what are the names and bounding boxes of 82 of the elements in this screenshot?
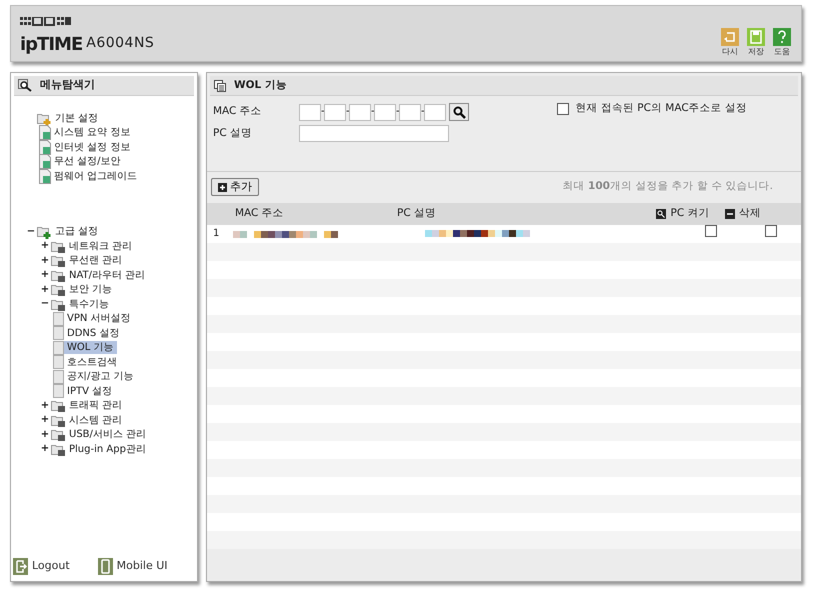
sidebar-title: 메뉴탐색기 (40, 77, 95, 94)
power-on-icon (656, 209, 666, 219)
mac-octet-field[interactable] (374, 104, 396, 120)
column-header: MAC 주소 (235, 207, 284, 220)
row-number: 1 (213, 228, 220, 240)
search-button[interactable] (449, 103, 469, 121)
expand-toggle[interactable]: + (39, 269, 51, 282)
panel-title: WOL 기능 (234, 78, 287, 93)
column-header: PC 설명 (397, 207, 436, 220)
checkbox[interactable] (765, 225, 777, 238)
tree-item[interactable]: DDNS 설정 (64, 326, 122, 340)
minus-icon (725, 209, 735, 219)
mac-octet-field[interactable] (349, 104, 371, 120)
tree-item[interactable]: 시스템 요약 정보 (51, 126, 134, 140)
tree-item[interactable]: USB/서비스 관리 (66, 428, 150, 442)
folder-icon (51, 427, 66, 442)
expand-toggle[interactable]: + (39, 428, 51, 441)
tree-item[interactable]: NAT/라우터 관리 (66, 268, 148, 282)
page-icon (39, 125, 51, 140)
collapse-toggle[interactable]: − (25, 226, 37, 238)
page-icon (53, 312, 64, 326)
tree-item[interactable]: WOL 기능 (64, 341, 117, 354)
search-icon (18, 79, 32, 92)
page-icon (53, 370, 64, 384)
limit-note: 최대 100개의 설정을 추가 할 수 있습니다. (562, 179, 773, 194)
tree-item[interactable]: 트래픽 관리 (66, 399, 126, 412)
tree-item[interactable]: 호스트검색 (64, 356, 120, 369)
collapse-toggle[interactable]: − (39, 298, 51, 310)
folder-icon (51, 398, 66, 414)
page-icon (53, 340, 64, 355)
tree-item[interactable]: Plug-in App관리 (66, 442, 149, 456)
tree-item[interactable]: 시스템 관리 (66, 414, 126, 427)
page-icon (53, 384, 64, 398)
expand-toggle[interactable]: + (39, 400, 51, 412)
brand-logo: ipTIME (20, 36, 82, 54)
tree-item[interactable]: 기본 설정 (52, 112, 102, 125)
tree-item[interactable]: 네트워크 관리 (66, 240, 136, 253)
folder-icon (37, 224, 52, 240)
tree-item[interactable]: 무선 설정/보안 (51, 155, 124, 168)
mac-octet-field[interactable] (324, 104, 346, 120)
checkbox-label: 현재 접속된 PC의 MAC주소로 설정 (576, 101, 747, 116)
mac-octet-field[interactable] (399, 104, 421, 120)
page-icon (39, 168, 51, 184)
pc-name-field[interactable] (299, 125, 449, 142)
mobile-link[interactable]: Mobile UI (98, 558, 168, 575)
field-label: PC 설명 (213, 126, 254, 141)
phone-icon (98, 558, 113, 575)
model-name: A6004NS (86, 34, 154, 53)
expand-toggle[interactable]: + (39, 443, 51, 456)
plus-icon (218, 182, 227, 192)
tree-item[interactable]: VPN 서버설정 (64, 312, 134, 326)
tree-item[interactable]: 인터넷 설정 정보 (51, 140, 134, 154)
tree-item[interactable]: 공지/광고 기능 (64, 370, 137, 384)
tree-item[interactable]: 펌웨어 업그레이드 (51, 170, 140, 183)
checkbox[interactable] (556, 103, 569, 115)
tree-item[interactable]: 고급 설정 (52, 225, 102, 238)
folder-icon (51, 282, 66, 298)
page-icon (39, 140, 51, 155)
page-icon (39, 154, 51, 170)
column-header: 삭제 (739, 206, 761, 222)
logout-icon (13, 558, 28, 575)
mac-octet-field[interactable] (424, 104, 446, 120)
folder-icon (51, 253, 66, 268)
logout-link[interactable]: Logout (13, 558, 70, 575)
add-button[interactable]: 추가 (211, 178, 259, 196)
mac-octet-field[interactable] (299, 104, 321, 120)
search-icon (452, 106, 466, 118)
expand-toggle[interactable]: + (39, 240, 51, 252)
page-icon (53, 355, 64, 370)
expand-toggle[interactable]: + (39, 284, 51, 296)
checkbox[interactable] (705, 225, 717, 238)
tree-item[interactable]: 특수기능 (66, 298, 112, 311)
field-label: MAC 주소 (213, 104, 263, 120)
logo-mark-icon (20, 17, 72, 26)
pages-icon (214, 80, 226, 92)
tree-item[interactable]: IPTV 설정 (64, 384, 116, 398)
expand-toggle[interactable]: + (39, 414, 51, 426)
expand-toggle[interactable]: + (39, 254, 51, 267)
column-header: PC 켜기 (670, 206, 710, 222)
page-icon (53, 326, 64, 340)
tree-item[interactable]: 무선랜 관리 (66, 254, 126, 268)
tree-item[interactable]: 보안 기능 (66, 283, 116, 296)
